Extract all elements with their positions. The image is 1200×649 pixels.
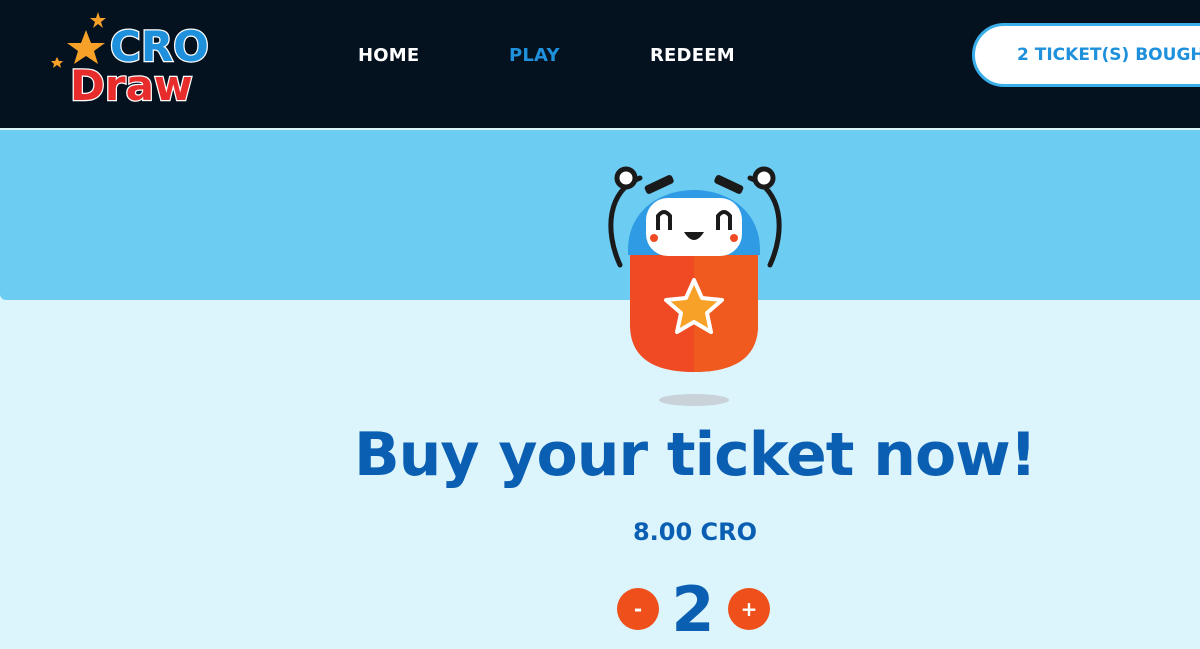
quantity-value: 2 — [671, 573, 715, 646]
crodraw-logo[interactable]: CRO Draw — [48, 10, 228, 110]
large-star-icon — [67, 30, 105, 64]
robot-mascot-icon — [608, 166, 782, 406]
page-headline: Buy your ticket now! — [353, 420, 1037, 490]
nav-play[interactable]: PLAY — [509, 45, 560, 66]
ticket-price: 8.00 CRO — [632, 518, 758, 546]
decrement-button[interactable]: - — [617, 588, 659, 630]
small-star-icon — [90, 12, 106, 28]
top-navigation-bar: CRO Draw HOME PLAY REDEEM 2 TICKET(S) BO… — [0, 0, 1200, 128]
tickets-bought-button[interactable]: 2 TICKET(S) BOUGHT — [972, 23, 1200, 87]
increment-button[interactable]: + — [728, 588, 770, 630]
nav-home[interactable]: HOME — [358, 45, 419, 66]
nav-redeem[interactable]: REDEEM — [650, 45, 735, 66]
tiny-star-icon — [51, 57, 63, 68]
logo-line2: Draw — [70, 61, 193, 110]
